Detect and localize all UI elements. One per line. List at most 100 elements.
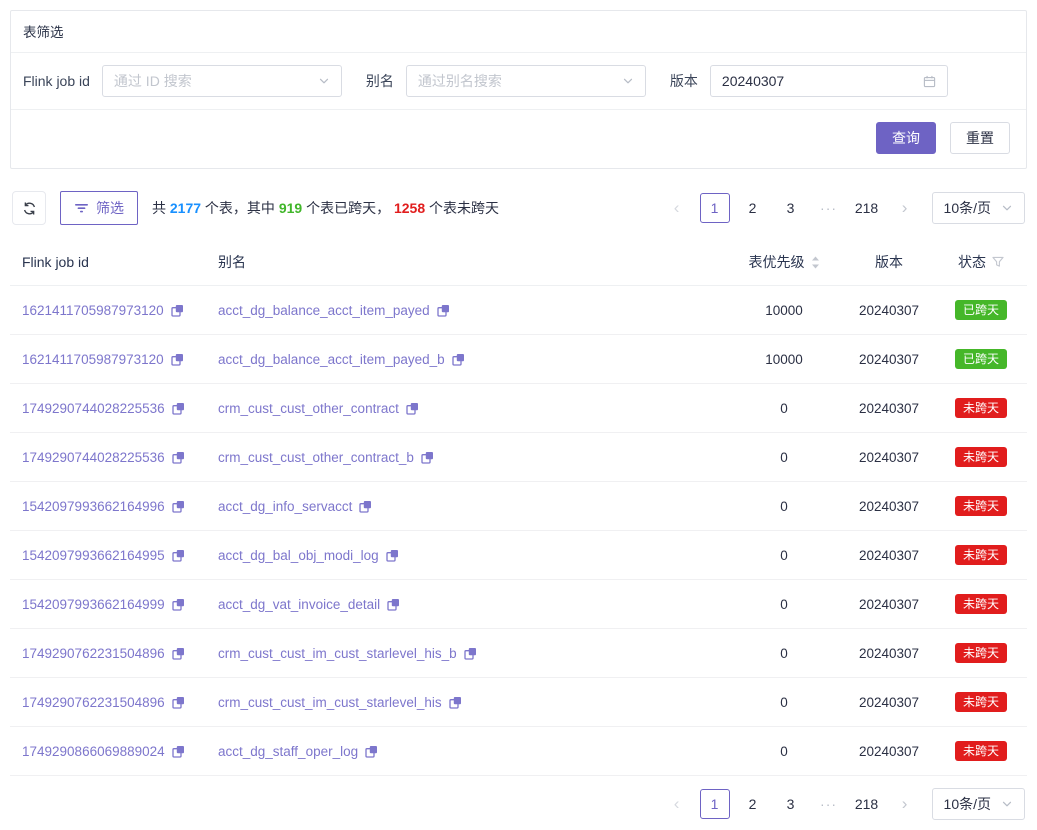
funnel-filter-icon[interactable] bbox=[992, 256, 1004, 268]
query-button[interactable]: 查询 bbox=[876, 122, 936, 154]
row-id-link[interactable]: 1749290762231504896 bbox=[22, 695, 165, 710]
status-badge: 未跨天 bbox=[955, 643, 1007, 663]
row-alias-link[interactable]: crm_cust_cust_other_contract bbox=[218, 401, 399, 416]
page-size-value: 10条/页 bbox=[944, 198, 991, 218]
row-id-link[interactable]: 1749290866069889024 bbox=[22, 744, 165, 759]
copy-icon[interactable] bbox=[171, 304, 184, 317]
row-id-link[interactable]: 1621411705987973120 bbox=[22, 352, 164, 367]
copy-icon[interactable] bbox=[387, 598, 400, 611]
pagination-page-3[interactable]: 3 bbox=[776, 789, 806, 819]
reset-button[interactable]: 重置 bbox=[950, 122, 1010, 154]
pagination-page-1[interactable]: 1 bbox=[700, 789, 730, 819]
table-row: 1542097993662164995 acct_dg_bal_obj_modi… bbox=[10, 531, 1027, 580]
filter-card-title: 表筛选 bbox=[23, 25, 64, 40]
row-alias-link[interactable]: acct_dg_balance_acct_item_payed_b bbox=[218, 352, 445, 367]
status-badge: 未跨天 bbox=[955, 447, 1007, 467]
flink-job-id-select[interactable]: 通过 ID 搜索 bbox=[102, 65, 342, 97]
row-id-link[interactable]: 1542097993662164996 bbox=[22, 499, 165, 514]
row-id-link[interactable]: 1542097993662164999 bbox=[22, 597, 165, 612]
copy-icon[interactable] bbox=[452, 353, 465, 366]
sort-icon[interactable] bbox=[811, 256, 820, 269]
pagination-page-218[interactable]: 218 bbox=[852, 789, 882, 819]
copy-icon[interactable] bbox=[172, 696, 185, 709]
row-id-link[interactable]: 1749290744028225536 bbox=[22, 401, 165, 416]
copy-icon[interactable] bbox=[406, 402, 419, 415]
row-id-link[interactable]: 1621411705987973120 bbox=[22, 303, 164, 318]
row-alias-link[interactable]: crm_cust_cust_im_cust_starlevel_his_b bbox=[218, 646, 457, 661]
pagination-prev-icon[interactable]: ‹ bbox=[662, 193, 692, 223]
table-header-row: Flink job id 别名 表优先级 版本 状态 bbox=[10, 239, 1027, 286]
copy-icon[interactable] bbox=[172, 647, 185, 660]
status-badge: 未跨天 bbox=[955, 496, 1007, 516]
alias-select[interactable]: 通过别名搜索 bbox=[406, 65, 646, 97]
pagination-next-icon[interactable]: › bbox=[890, 789, 920, 819]
version-date-input[interactable]: 20240307 bbox=[710, 65, 948, 97]
pagination-ellipsis: ··· bbox=[814, 193, 844, 223]
summary-text: 共 2177 个表，其中 919 个表已跨天， 1258 个表未跨天 bbox=[152, 198, 499, 218]
copy-icon[interactable] bbox=[386, 549, 399, 562]
row-id-link[interactable]: 1749290762231504896 bbox=[22, 646, 165, 661]
copy-icon[interactable] bbox=[172, 500, 185, 513]
copy-icon[interactable] bbox=[359, 500, 372, 513]
status-header-label: 状态 bbox=[958, 252, 986, 272]
copy-icon[interactable] bbox=[172, 402, 185, 415]
row-id-link[interactable]: 1749290744028225536 bbox=[22, 450, 165, 465]
row-version: 20240307 bbox=[843, 531, 935, 580]
filter-button-label: 筛选 bbox=[96, 198, 124, 218]
status-badge: 未跨天 bbox=[955, 545, 1007, 565]
row-alias-link[interactable]: crm_cust_cust_other_contract_b bbox=[218, 450, 414, 465]
status-badge: 已跨天 bbox=[955, 300, 1007, 320]
pagination-page-2[interactable]: 2 bbox=[738, 789, 768, 819]
copy-icon[interactable] bbox=[437, 304, 450, 317]
filter-button[interactable]: 筛选 bbox=[60, 191, 138, 225]
row-priority: 0 bbox=[725, 433, 843, 482]
copy-icon[interactable] bbox=[421, 451, 434, 464]
page-size-select[interactable]: 10条/页 bbox=[932, 192, 1025, 224]
pagination-page-1[interactable]: 1 bbox=[700, 193, 730, 223]
pagination-page-3[interactable]: 3 bbox=[776, 193, 806, 223]
row-version: 20240307 bbox=[843, 335, 935, 384]
row-version: 20240307 bbox=[843, 727, 935, 776]
row-alias-link[interactable]: acct_dg_vat_invoice_detail bbox=[218, 597, 380, 612]
table-row: 1542097993662164996 acct_dg_info_servacc… bbox=[10, 482, 1027, 531]
pagination-prev-icon[interactable]: ‹ bbox=[662, 789, 692, 819]
copy-icon[interactable] bbox=[171, 353, 184, 366]
copy-icon[interactable] bbox=[449, 696, 462, 709]
row-version: 20240307 bbox=[843, 384, 935, 433]
row-alias-link[interactable]: acct_dg_info_servacct bbox=[218, 499, 352, 514]
row-id-link[interactable]: 1542097993662164995 bbox=[22, 548, 165, 563]
calendar-icon bbox=[923, 75, 936, 88]
page-size-value: 10条/页 bbox=[944, 794, 991, 814]
table-row: 1621411705987973120 acct_dg_balance_acct… bbox=[10, 286, 1027, 335]
table-row: 1749290762231504896 crm_cust_cust_im_cus… bbox=[10, 678, 1027, 727]
copy-icon[interactable] bbox=[172, 549, 185, 562]
copy-icon[interactable] bbox=[365, 745, 378, 758]
priority-header-label: 表优先级 bbox=[749, 252, 805, 272]
page-size-select[interactable]: 10条/页 bbox=[932, 788, 1025, 820]
row-alias-link[interactable]: acct_dg_staff_oper_log bbox=[218, 744, 358, 759]
row-alias-link[interactable]: acct_dg_balance_acct_item_payed bbox=[218, 303, 430, 318]
row-alias-link[interactable]: acct_dg_bal_obj_modi_log bbox=[218, 548, 379, 563]
page: 表筛选 Flink job id 通过 ID 搜索 别名 通过别名搜索 版本 2… bbox=[0, 0, 1037, 830]
pagination-next-icon[interactable]: › bbox=[890, 193, 920, 223]
column-header-alias: 别名 bbox=[206, 239, 725, 286]
copy-icon[interactable] bbox=[172, 598, 185, 611]
summary-uncrossed: 1258 bbox=[394, 200, 425, 216]
row-version: 20240307 bbox=[843, 482, 935, 531]
pagination: ‹ 123 ··· 218 › 10条/页 bbox=[662, 192, 1025, 224]
row-priority: 0 bbox=[725, 678, 843, 727]
row-alias-link[interactable]: crm_cust_cust_im_cust_starlevel_his bbox=[218, 695, 442, 710]
copy-icon[interactable] bbox=[464, 647, 477, 660]
filter-actions: 查询 重置 bbox=[11, 110, 1026, 168]
status-badge: 未跨天 bbox=[955, 741, 1007, 761]
copy-icon[interactable] bbox=[172, 451, 185, 464]
refresh-button[interactable] bbox=[12, 191, 46, 225]
pagination-page-2[interactable]: 2 bbox=[738, 193, 768, 223]
chevron-down-icon bbox=[1001, 202, 1013, 214]
pagination-page-218[interactable]: 218 bbox=[852, 193, 882, 223]
copy-icon[interactable] bbox=[172, 745, 185, 758]
status-badge: 未跨天 bbox=[955, 398, 1007, 418]
row-priority: 0 bbox=[725, 580, 843, 629]
column-header-flink-job-id: Flink job id bbox=[10, 239, 206, 286]
filter-card: 表筛选 Flink job id 通过 ID 搜索 别名 通过别名搜索 版本 2… bbox=[10, 10, 1027, 169]
